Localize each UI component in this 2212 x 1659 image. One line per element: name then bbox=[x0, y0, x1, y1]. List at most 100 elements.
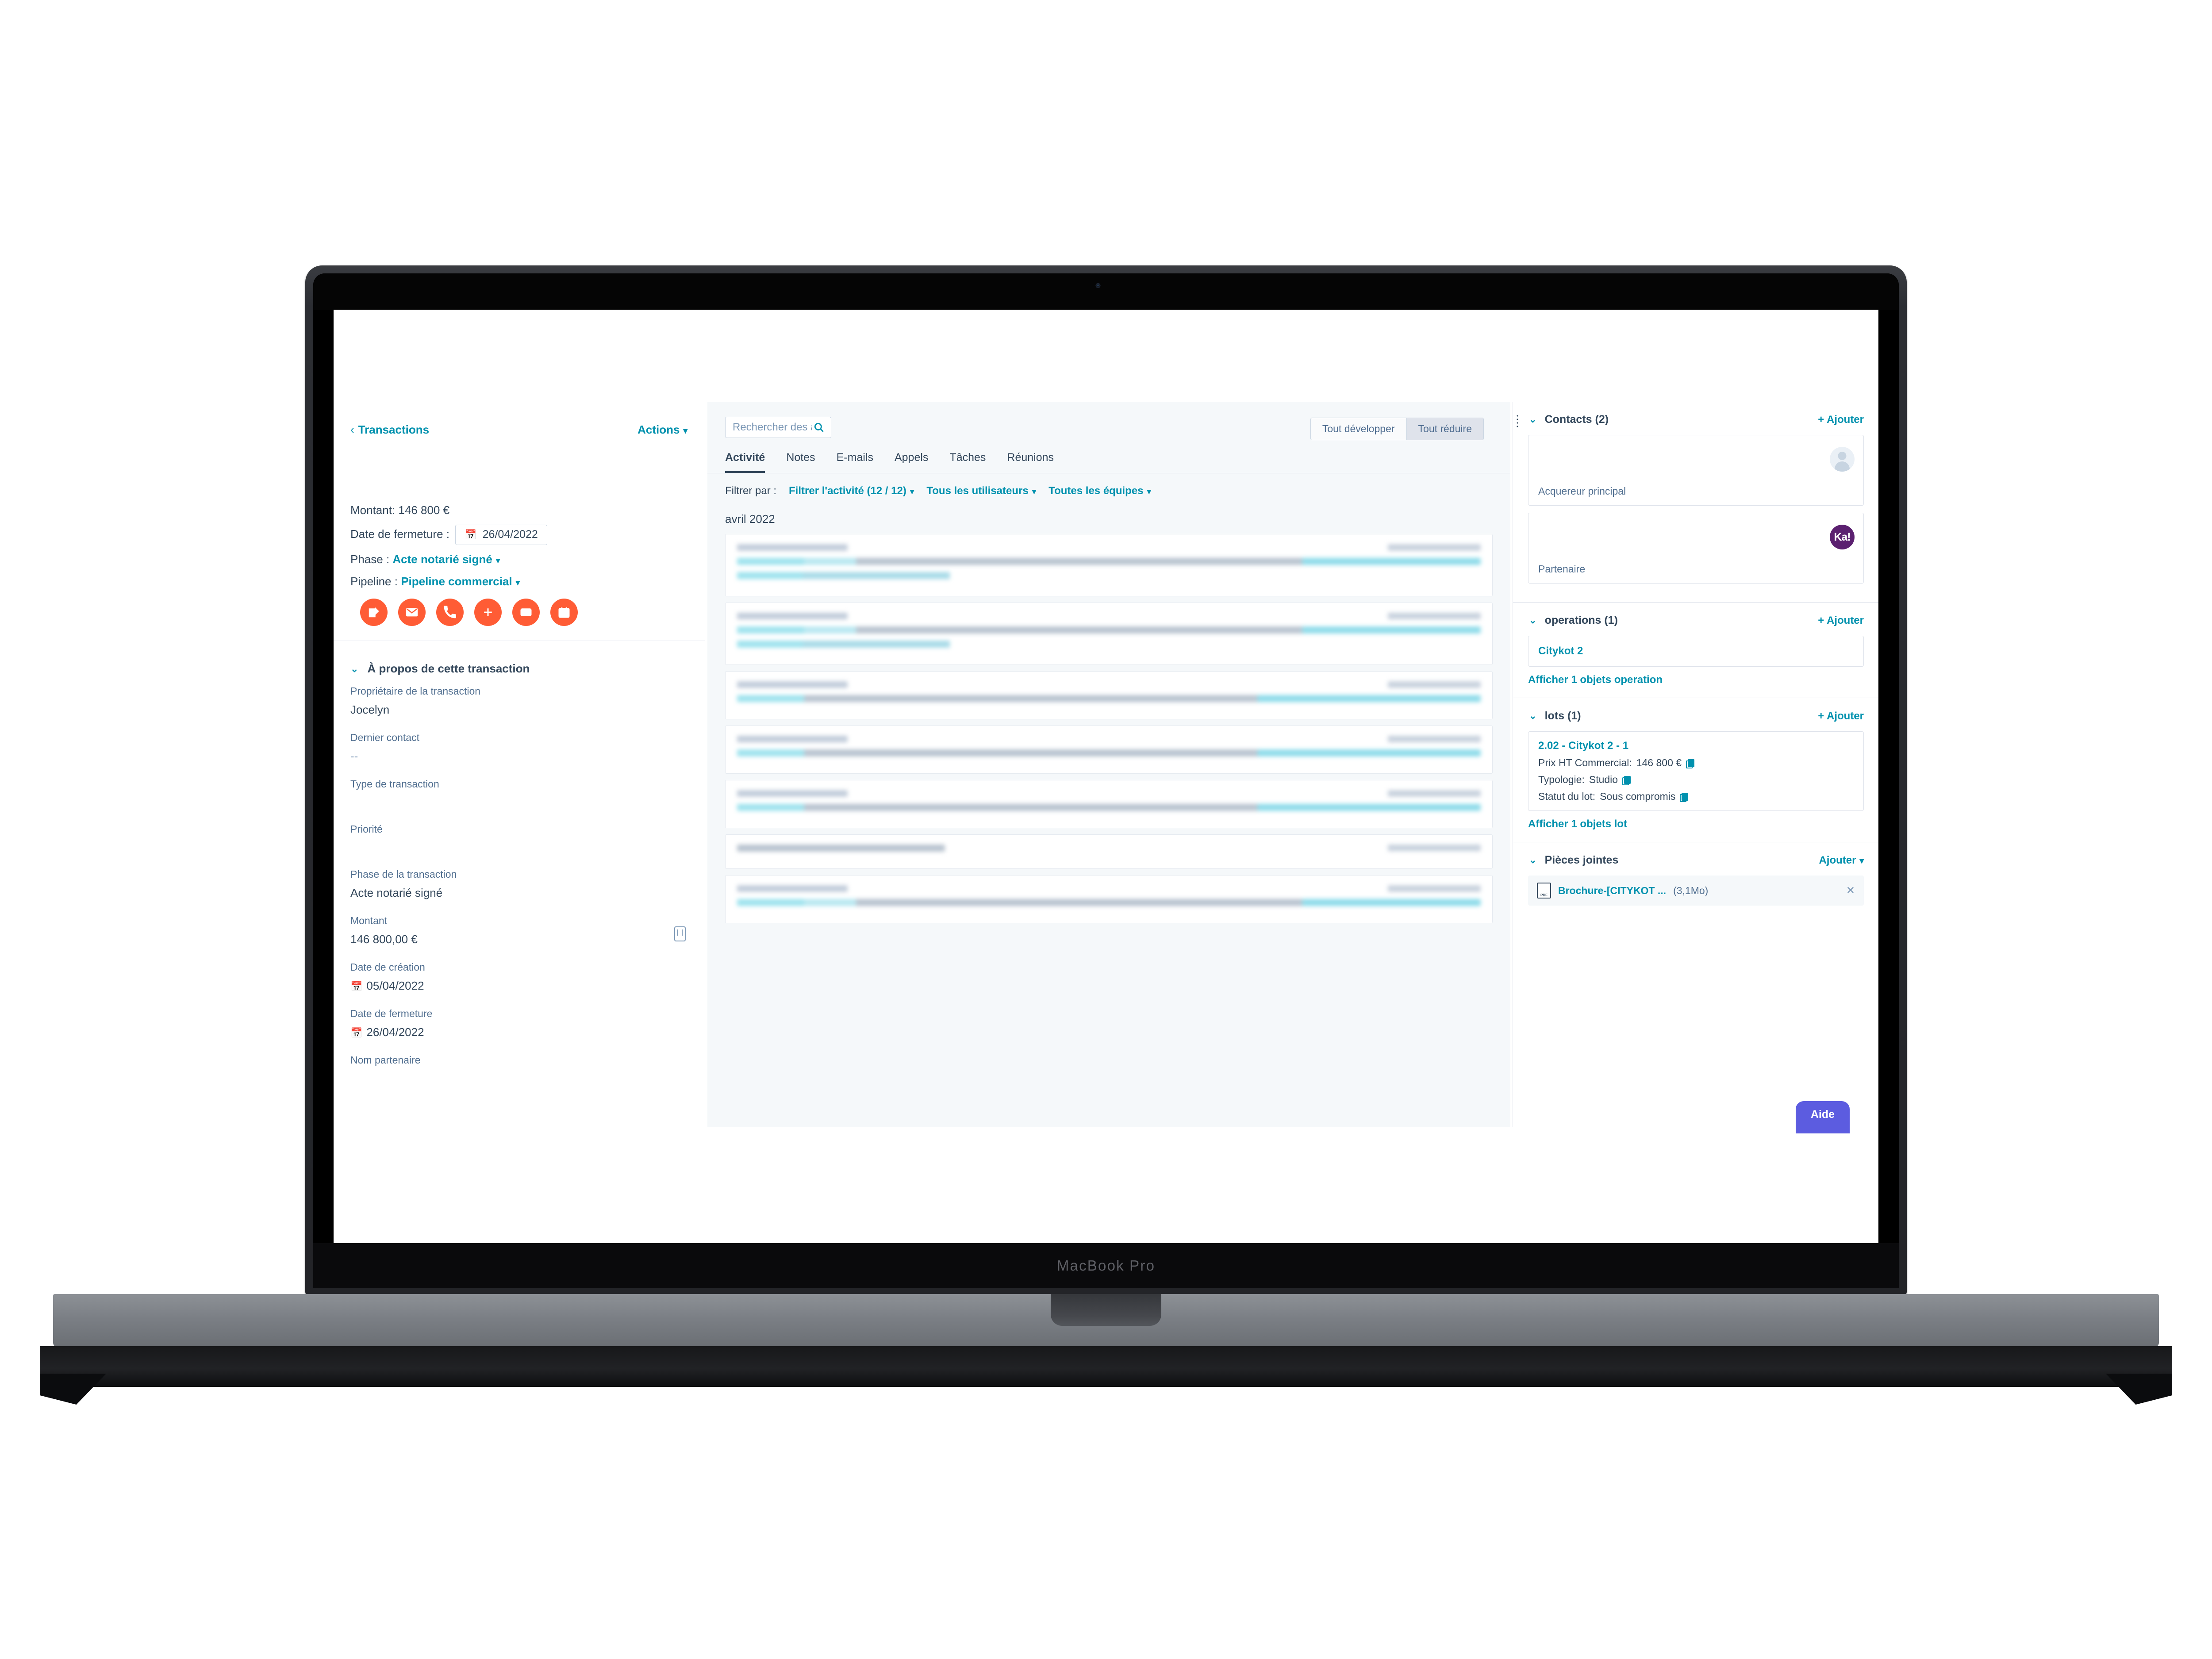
contact-card[interactable]: Ka! Partenaire bbox=[1528, 513, 1864, 584]
lot-row-label: Prix HT Commercial: bbox=[1538, 757, 1632, 768]
actions-dropdown[interactable]: Actions ▾ bbox=[637, 423, 687, 437]
contacts-section-header[interactable]: ⌄ Contacts (2) + Ajouter bbox=[1513, 402, 1878, 435]
laptop-mockup: ‹ Transactions Actions ▾ Montant: 146 800 … bbox=[40, 265, 2172, 1405]
activity-panel: Tout développer Tout réduire Activité No… bbox=[707, 402, 1510, 1127]
operations-section-header[interactable]: ⌄ operations (1) + Ajouter bbox=[1513, 603, 1878, 636]
phase-label: Phase : bbox=[350, 552, 390, 566]
search-activities[interactable] bbox=[725, 417, 831, 438]
add-attachment-dropdown[interactable]: Ajouter ▾ bbox=[1819, 854, 1864, 867]
attachments-section-header[interactable]: ⌄ Pièces jointes Ajouter ▾ bbox=[1513, 842, 1878, 876]
redacted-timestamp bbox=[1388, 681, 1481, 688]
property-date-text: 26/04/2022 bbox=[366, 1025, 424, 1039]
copy-icon[interactable] bbox=[1622, 776, 1631, 785]
phase-dropdown[interactable]: Acte notarié signé ▾ bbox=[392, 553, 500, 566]
task-icon bbox=[520, 608, 532, 616]
about-section-header[interactable]: ⌄ À propos de cette transaction bbox=[334, 649, 705, 685]
activity-card[interactable] bbox=[725, 726, 1493, 774]
activity-card[interactable] bbox=[725, 671, 1493, 719]
pipeline-value: Pipeline commercial bbox=[401, 574, 512, 588]
copy-icon[interactable] bbox=[1680, 792, 1689, 802]
add-operation-link[interactable]: + Ajouter bbox=[1818, 614, 1864, 627]
meeting-button[interactable] bbox=[550, 599, 578, 626]
attachment-name[interactable]: Brochure-[CITYKOT ... bbox=[1558, 885, 1666, 897]
mobile-preview-icon[interactable] bbox=[674, 926, 686, 941]
call-button[interactable] bbox=[436, 599, 464, 626]
pipeline-dropdown[interactable]: Pipeline commercial ▾ bbox=[401, 575, 520, 588]
pdf-file-icon bbox=[1537, 883, 1551, 899]
operation-card[interactable]: Citykot 2 bbox=[1528, 636, 1864, 667]
contact-card[interactable]: Acquereur principal bbox=[1528, 435, 1864, 506]
expand-all-button[interactable]: Tout développer bbox=[1310, 418, 1406, 440]
back-to-transactions-link[interactable]: ‹ Transactions bbox=[350, 423, 429, 437]
activity-toolbar: Tout développer Tout réduire bbox=[707, 402, 1510, 440]
property-value[interactable]: 📅 26/04/2022 bbox=[350, 1025, 688, 1039]
tab-appels[interactable]: Appels bbox=[895, 451, 928, 473]
tab-notes[interactable]: Notes bbox=[786, 451, 815, 473]
property-value[interactable]: Jocelyn bbox=[350, 703, 688, 717]
teams-filter-dropdown[interactable]: Toutes les équipes ▾ bbox=[1048, 485, 1151, 497]
tab-reunions[interactable]: Réunions bbox=[1007, 451, 1054, 473]
activity-filter-dropdown[interactable]: Filtrer l'activité (12 / 12) ▾ bbox=[789, 485, 914, 497]
show-lots-link[interactable]: Afficher 1 objets lot bbox=[1528, 818, 1864, 830]
note-button[interactable] bbox=[360, 599, 388, 626]
activity-card[interactable] bbox=[725, 780, 1493, 828]
add-contact-link[interactable]: + Ajouter bbox=[1818, 414, 1864, 426]
lot-row-price: Prix HT Commercial: 146 800 € bbox=[1538, 757, 1854, 769]
property-value[interactable]: Acte notarié signé bbox=[350, 886, 688, 900]
chevron-down-icon: ▾ bbox=[683, 426, 687, 436]
property-value[interactable] bbox=[350, 796, 688, 808]
property-value[interactable]: 146 800,00 € bbox=[350, 933, 688, 946]
phase-row: Phase : Acte notarié signé ▾ bbox=[350, 552, 687, 567]
property-label: Priorité bbox=[350, 823, 383, 835]
activity-card[interactable] bbox=[725, 534, 1493, 596]
property-label: Montant bbox=[350, 915, 388, 926]
show-operations-link[interactable]: Afficher 1 objets operation bbox=[1528, 674, 1864, 686]
property-label: Phase de la transaction bbox=[350, 868, 457, 880]
help-button[interactable]: Aide bbox=[1795, 1101, 1850, 1133]
tab-taches[interactable]: Tâches bbox=[949, 451, 986, 473]
activity-card[interactable] bbox=[725, 834, 1493, 869]
property-phase: Phase de la transaction Acte notarié sig… bbox=[334, 868, 705, 900]
operations-title: operations (1) bbox=[1544, 614, 1618, 626]
users-filter-dropdown[interactable]: Tous les utilisateurs ▾ bbox=[926, 485, 1036, 497]
lot-row-value: 146 800 € bbox=[1636, 757, 1682, 768]
close-icon[interactable]: ✕ bbox=[1846, 884, 1855, 897]
chevron-down-icon: ⌄ bbox=[1529, 711, 1537, 721]
attachments-title: Pièces jointes bbox=[1544, 854, 1619, 866]
tab-activite[interactable]: Activité bbox=[725, 451, 765, 473]
copy-icon[interactable] bbox=[1686, 759, 1695, 768]
search-input[interactable] bbox=[732, 421, 813, 434]
activity-feed bbox=[707, 534, 1510, 923]
property-value[interactable] bbox=[350, 841, 688, 853]
property-label: Dernier contact bbox=[350, 732, 419, 743]
tab-emails[interactable]: E-mails bbox=[837, 451, 873, 473]
contact-role: Partenaire bbox=[1538, 563, 1586, 575]
attachments-section: ⌄ Pièces jointes Ajouter▾ Brochure-[CITY… bbox=[1513, 842, 1878, 917]
task-button[interactable] bbox=[512, 599, 540, 626]
drag-handle-icon[interactable] bbox=[1517, 414, 1518, 429]
property-label: Nom partenaire bbox=[350, 1054, 421, 1066]
property-value[interactable]: 📅 05/04/2022 bbox=[350, 979, 688, 993]
calendar-icon bbox=[558, 607, 570, 618]
property-value[interactable]: -- bbox=[350, 749, 688, 763]
lot-card[interactable]: 2.02 - Citykot 2 - 1 Prix HT Commercial:… bbox=[1528, 731, 1864, 811]
collapse-all-button[interactable]: Tout réduire bbox=[1406, 418, 1483, 440]
email-button[interactable] bbox=[398, 599, 426, 626]
redacted-timestamp bbox=[1388, 544, 1481, 551]
lots-section-header[interactable]: ⌄ lots (1) + Ajouter bbox=[1513, 698, 1878, 731]
lot-row-value: Studio bbox=[1589, 774, 1618, 785]
activity-card[interactable] bbox=[725, 603, 1493, 665]
note-icon bbox=[369, 607, 379, 618]
property-value[interactable] bbox=[350, 1072, 688, 1084]
close-date-input[interactable]: 📅 26/04/2022 bbox=[455, 525, 547, 545]
lot-name[interactable]: 2.02 - Citykot 2 - 1 bbox=[1538, 740, 1854, 752]
property-priority: Priorité bbox=[334, 823, 705, 853]
calendar-icon: 📅 bbox=[350, 981, 363, 992]
about-section: ⌄ À propos de cette transaction Propriét… bbox=[334, 649, 705, 1099]
add-lot-link[interactable]: + Ajouter bbox=[1818, 710, 1864, 722]
add-button[interactable] bbox=[474, 599, 502, 626]
chevron-down-icon: ▾ bbox=[1032, 487, 1037, 496]
activity-card[interactable] bbox=[725, 875, 1493, 923]
search-icon[interactable] bbox=[813, 422, 825, 433]
attachment-item[interactable]: Brochure-[CITYKOT ... (3,1Mo) ✕ bbox=[1528, 876, 1864, 906]
